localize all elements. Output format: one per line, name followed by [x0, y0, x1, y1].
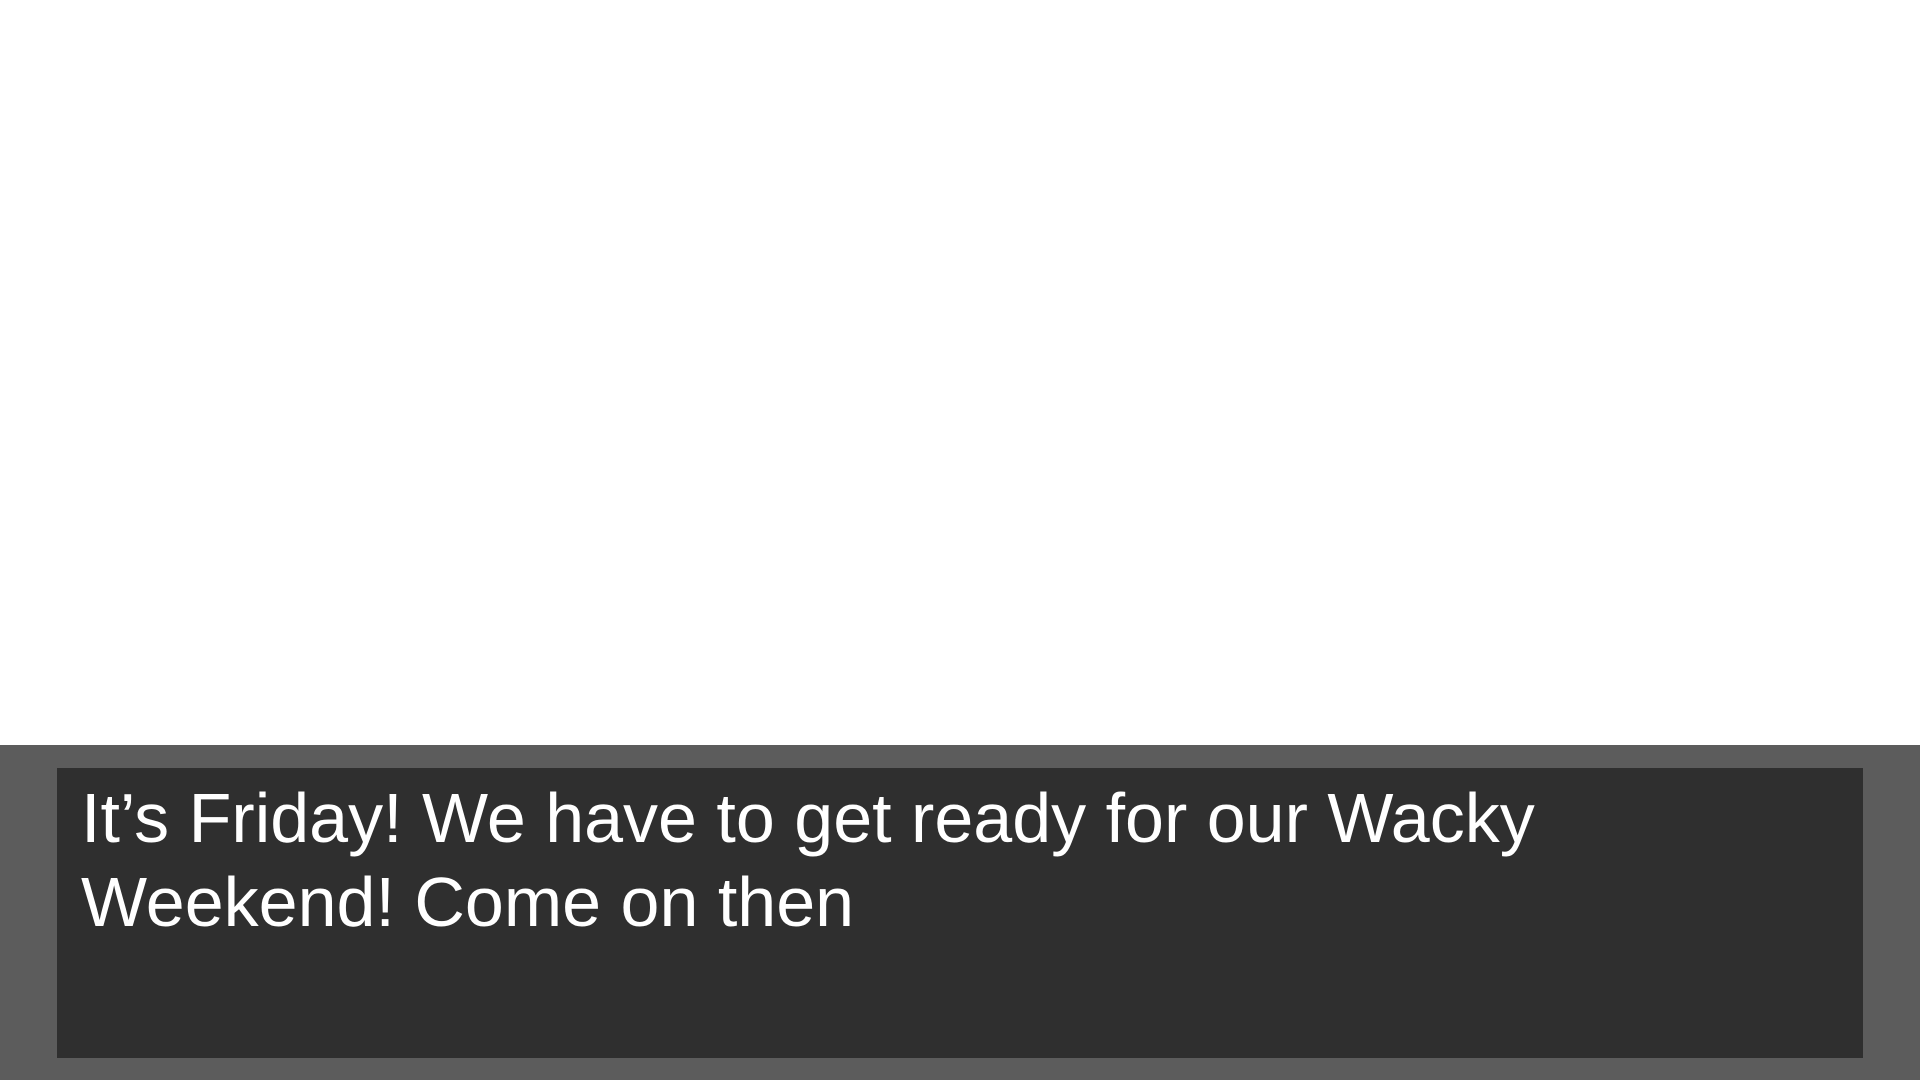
- dialogue-frame: It’s Friday! We have to get ready for ou…: [0, 745, 1920, 1080]
- game-scene-area: [0, 0, 1920, 745]
- dialogue-text: It’s Friday! We have to get ready for ou…: [81, 779, 1535, 941]
- dialogue-box[interactable]: It’s Friday! We have to get ready for ou…: [57, 768, 1863, 1058]
